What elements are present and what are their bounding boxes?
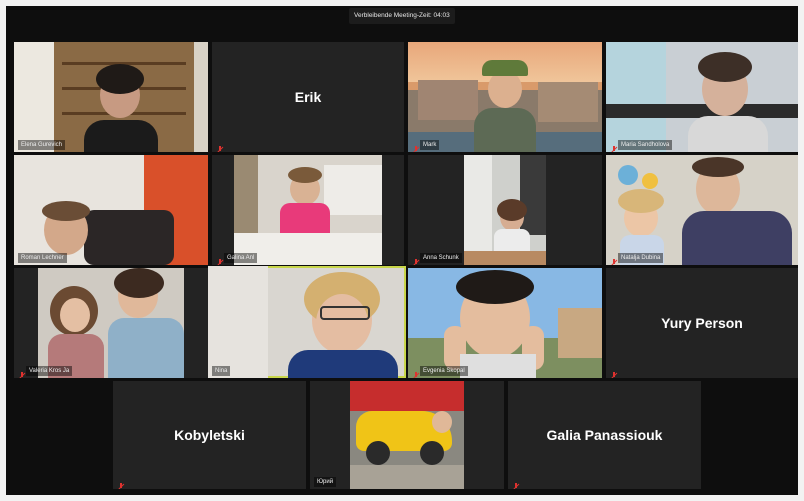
muted-mic-icon [216,141,224,152]
participant-name: Valeria Kros Ja [26,366,73,376]
video-feed [208,266,406,378]
video-feed [408,42,602,152]
video-feed [606,42,798,152]
participant-name: Kobyletski [174,427,245,443]
video-feed [38,268,184,378]
video-tile-yuriy[interactable]: Юрий [310,381,504,489]
muted-mic-icon [18,367,26,378]
video-feed [408,268,602,378]
video-tile-galina[interactable]: Galina Anl [212,155,404,265]
participant-name: Anna Schunk [420,253,462,263]
participant-name: Yury Person [661,315,743,331]
video-feed [350,381,464,489]
participant-name: Roman Lechner [18,253,67,263]
participant-name: Natalja Dubina [618,253,664,263]
muted-mic-icon [610,141,618,152]
muted-mic-icon [610,367,618,378]
participant-name: Galina Anl [224,253,258,263]
participant-name: Galia Panassiouk [546,427,663,443]
participant-name: Elena Gurevich [18,140,66,150]
video-feed [14,42,208,152]
video-tile-nina[interactable]: Nina [208,266,406,378]
video-tile-mark[interactable]: Mark [408,42,602,152]
video-tile-valeria[interactable]: Valeria Kros Ja [14,268,208,378]
participant-name: Юрий [314,477,337,487]
muted-mic-icon [412,367,420,378]
video-tile-evgenia[interactable]: Evgenia Skopal [408,268,602,378]
video-tile-elena[interactable]: Elena Gurevich [14,42,208,152]
participant-name: Maria Sandholova [618,140,673,150]
video-tile-anna[interactable]: Anna Schunk [408,155,602,265]
video-feed [464,155,546,265]
muted-mic-icon [412,254,420,265]
participant-name: Nina [212,366,231,376]
video-tile-erik[interactable]: Erik [212,42,404,152]
muted-mic-icon [117,478,125,489]
muted-mic-icon [512,478,520,489]
video-tile-yury[interactable]: Yury Person [606,268,798,378]
participant-name: Mark [420,140,440,150]
video-tile-kobyletski[interactable]: Kobyletski [113,381,306,489]
meeting-timer: Verbleibende Meeting-Zeit: 04:03 [349,8,455,24]
video-tile-natalja[interactable]: Natalja Dubina [606,155,798,265]
video-tile-maria[interactable]: Maria Sandholova [606,42,798,152]
video-feed [606,155,798,265]
video-tile-galia[interactable]: Galia Panassiouk [508,381,701,489]
participant-name: Evgenia Skopal [420,366,468,376]
video-feed [14,155,208,265]
participant-name: Erik [294,89,322,105]
muted-mic-icon [216,254,224,265]
muted-mic-icon [412,141,420,152]
muted-mic-icon [610,254,618,265]
video-tile-roman[interactable]: Roman Lechner [14,155,208,265]
video-feed [234,155,382,265]
